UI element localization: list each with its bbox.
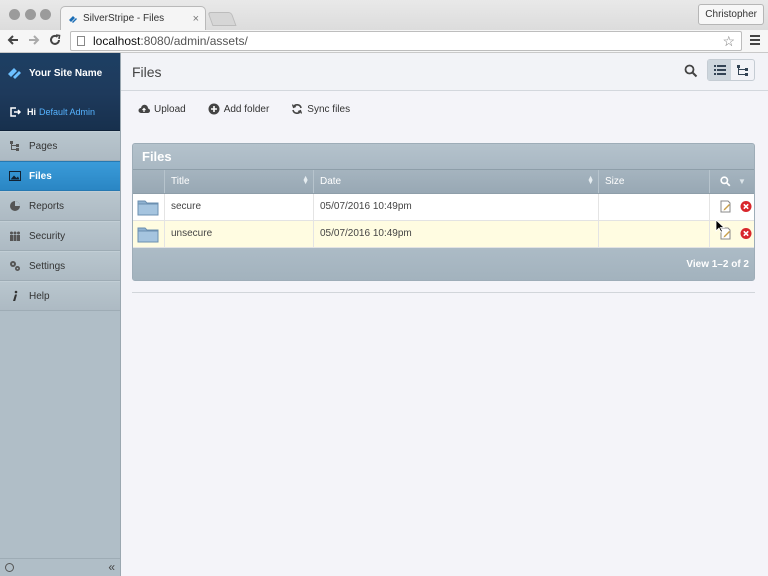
view-toggle — [707, 59, 755, 81]
tree-view-button[interactable] — [731, 60, 754, 80]
cell-date: 05/07/2016 10:49pm — [314, 194, 599, 220]
browser-titlebar: SilverStripe - Files × Christopher — [0, 0, 768, 30]
silverstripe-logo-icon — [69, 15, 77, 23]
cms-sidebar: Your Site Name Hi Default Admin Pages Fi… — [0, 53, 121, 576]
bookmark-star-icon[interactable]: ☆ — [722, 33, 735, 50]
edit-icon[interactable] — [720, 200, 732, 213]
grid-filter-toggle[interactable]: ▼ — [710, 170, 754, 193]
site-name: Your Site Name — [29, 67, 103, 79]
back-icon[interactable] — [5, 33, 21, 49]
table-row[interactable]: unsecure 05/07/2016 10:49pm — [133, 221, 754, 248]
table-row[interactable]: secure 05/07/2016 10:49pm — [133, 194, 754, 221]
delete-icon[interactable] — [740, 227, 752, 240]
gears-icon — [10, 261, 20, 271]
browser-menu-icon[interactable] — [750, 35, 760, 47]
site-brand[interactable]: Your Site Name — [0, 53, 120, 93]
grid-footer: View 1–2 of 2 — [133, 248, 754, 280]
mouse-cursor-icon — [715, 219, 725, 233]
sync-icon — [292, 104, 303, 114]
greeting: Hi — [27, 106, 36, 117]
column-header-title[interactable]: Title ▲ ▼ — [165, 170, 314, 193]
plus-circle-icon — [208, 103, 220, 115]
new-tab-button[interactable] — [207, 12, 237, 26]
user-name-link[interactable]: Default Admin — [39, 107, 95, 117]
tab-title: SilverStripe - Files — [83, 13, 165, 24]
row-thumbnail — [133, 221, 165, 247]
silverstripe-logo-icon — [8, 68, 21, 79]
search-icon[interactable] — [684, 64, 698, 78]
cell-title: secure — [165, 194, 314, 220]
collapse-sidebar-icon[interactable]: « — [108, 560, 115, 574]
image-icon — [9, 171, 21, 181]
sitetree-icon — [10, 141, 19, 151]
grid-header-thumbnail — [133, 170, 165, 193]
row-actions-cell — [710, 194, 754, 220]
browser-tab[interactable]: SilverStripe - Files × — [60, 6, 206, 30]
page-icon — [77, 36, 85, 46]
cms-app: Your Site Name Hi Default Admin Pages Fi… — [0, 53, 768, 576]
minimize-window-button[interactable] — [25, 9, 36, 20]
sidebar-item-settings[interactable]: Settings — [0, 251, 120, 281]
list-icon — [713, 65, 726, 75]
pie-chart-icon — [10, 201, 20, 211]
user-panel: Hi Default Admin — [0, 93, 120, 131]
add-folder-button[interactable]: Add folder — [208, 103, 269, 115]
divider — [132, 292, 755, 293]
grid-title: Files — [133, 144, 754, 169]
users-icon — [10, 231, 20, 241]
reload-icon[interactable] — [47, 33, 63, 49]
cell-size — [599, 194, 710, 220]
cell-date: 05/07/2016 10:49pm — [314, 221, 599, 247]
delete-icon[interactable] — [740, 200, 752, 213]
maximize-window-button[interactable] — [40, 9, 51, 20]
upload-button[interactable]: Upload — [138, 103, 186, 115]
chevron-down-icon[interactable]: ▼ — [738, 170, 746, 193]
sidebar-footer: « — [0, 558, 120, 576]
cell-title: unsecure — [165, 221, 314, 247]
sidebar-item-pages[interactable]: Pages — [0, 131, 120, 161]
cell-size — [599, 221, 710, 247]
sync-files-button[interactable]: Sync files — [291, 103, 350, 115]
grid-header-row: Title ▲ ▼ Date ▲ ▼ Size ▼ — [133, 169, 754, 194]
browser-toolbar: localhost:8080/admin/assets/ ☆ — [0, 30, 768, 53]
column-header-date[interactable]: Date ▲ ▼ — [314, 170, 599, 193]
loading-indicator-icon — [5, 563, 14, 572]
main-content: Files Upload Add folder Sync files Files… — [121, 53, 768, 576]
profile-button[interactable]: Christopher — [698, 4, 764, 25]
sidebar-item-security[interactable]: Security — [0, 221, 120, 251]
toolbar-actions: Upload Add folder Sync files — [138, 103, 350, 115]
tab-close-icon[interactable]: × — [193, 13, 199, 25]
forward-icon[interactable] — [26, 33, 42, 49]
address-bar[interactable]: localhost:8080/admin/assets/ ☆ — [70, 31, 742, 51]
sort-icon[interactable]: ▲ ▼ — [587, 175, 594, 186]
info-icon — [13, 290, 18, 301]
page-title: Files — [132, 63, 162, 80]
row-thumbnail — [133, 194, 165, 220]
content-header: Files — [121, 53, 768, 91]
sidebar-item-files[interactable]: Files — [0, 161, 120, 191]
filter-search-icon[interactable] — [720, 176, 731, 187]
list-view-button[interactable] — [708, 60, 731, 80]
column-header-size[interactable]: Size — [599, 170, 710, 193]
sidebar-item-reports[interactable]: Reports — [0, 191, 120, 221]
files-gridfield: Files Title ▲ ▼ Date ▲ ▼ Size ▼ secure 0… — [132, 143, 755, 281]
sort-icon[interactable]: ▲ ▼ — [302, 175, 309, 186]
folder-icon — [137, 200, 159, 216]
logout-icon[interactable] — [9, 106, 21, 118]
pagination-summary: View 1–2 of 2 — [686, 259, 749, 270]
url-text: localhost:8080/admin/assets/ — [93, 34, 248, 48]
tree-icon — [736, 64, 748, 76]
close-window-button[interactable] — [9, 9, 20, 20]
cloud-upload-icon — [138, 104, 150, 114]
sidebar-item-help[interactable]: Help — [0, 281, 120, 311]
folder-icon — [137, 227, 159, 243]
